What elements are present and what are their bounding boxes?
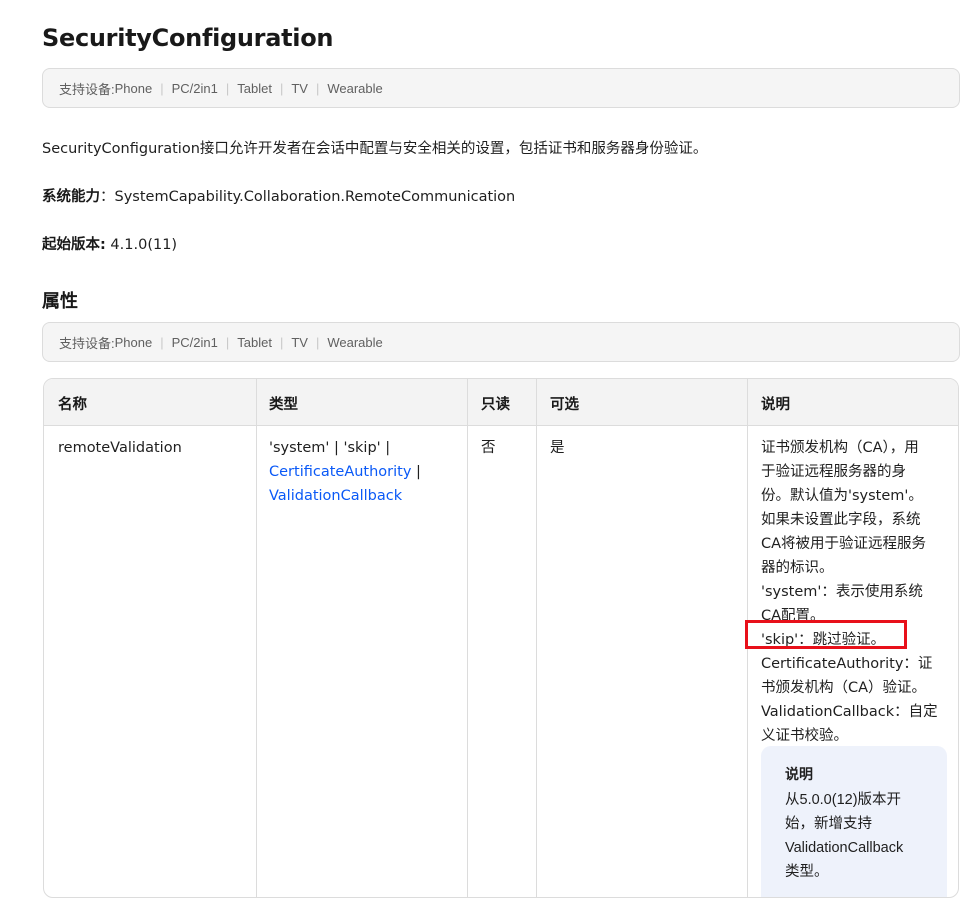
cell-name: remoteValidation <box>58 440 182 456</box>
header-optional: 可选 <box>550 397 579 413</box>
highlight-box <box>745 620 907 649</box>
page-title: SecurityConfiguration <box>42 24 334 52</box>
separator: | <box>225 334 230 350</box>
device-tv: TV <box>291 334 308 350</box>
note-line: 始，新增支持 <box>785 816 872 832</box>
header-name: 名称 <box>58 397 87 413</box>
attributes-table: 名称 类型 只读 可选 说明 remoteValidation 'system'… <box>43 378 959 898</box>
desc-line: 义证书校验。 <box>761 728 848 744</box>
description-text: SecurityConfiguration接口允许开发者在会话中配置与安全相关的… <box>42 141 708 157</box>
desc-line: 份。默认值为'system'。 <box>761 488 923 504</box>
desc-line: 于验证远程服务器的身 <box>761 464 906 480</box>
note-line: 从5.0.0(12)版本开 <box>785 792 902 808</box>
desc-line: ValidationCallback：自定 <box>761 704 938 720</box>
device-tablet: Tablet <box>237 80 272 96</box>
desc-line: CertificateAuthority：证 <box>761 656 933 672</box>
cell-description: 证书颁发机构（CA），用 于验证远程服务器的身 份。默认值为'system'。 … <box>761 436 945 748</box>
desc-line: 书颁发机构（CA）验证。 <box>761 680 927 696</box>
separator: | <box>315 80 320 96</box>
cell-readonly: 否 <box>481 440 496 456</box>
separator: | <box>225 80 230 96</box>
column-divider <box>256 379 257 897</box>
separator: | <box>279 80 284 96</box>
separator: | <box>160 334 164 350</box>
validation-callback-link[interactable]: ValidationCallback <box>269 484 459 508</box>
desc-line: 器的标识。 <box>761 560 834 576</box>
cell-type: 'system' | 'skip' | CertificateAuthority… <box>269 436 459 508</box>
since-label: 起始版本: <box>42 237 106 253</box>
desc-line: CA将被用于验证远程服务 <box>761 536 927 552</box>
device-support-label: 支持设备: <box>59 335 115 351</box>
capability-value: SystemCapability.Collaboration.RemoteCom… <box>114 189 516 205</box>
separator: | <box>315 334 320 350</box>
cell-optional: 是 <box>550 440 565 456</box>
device-wearable: Wearable <box>327 80 383 96</box>
desc-line: 如果未设置此字段，系统 <box>761 512 921 528</box>
device-support-label: 支持设备: <box>59 81 115 97</box>
since-line: 起始版本: 4.1.0(11) <box>42 233 177 254</box>
note-box: 说明 从5.0.0(12)版本开 始，新增支持 ValidationCallba… <box>761 746 947 897</box>
column-divider <box>467 379 468 897</box>
type-prefix: 'system' | 'skip' | <box>269 440 391 456</box>
type-separator: | <box>411 464 421 480</box>
capability-label: 系统能力 <box>42 189 100 205</box>
header-type: 类型 <box>269 397 298 413</box>
certificate-authority-link[interactable]: CertificateAuthority <box>269 464 411 480</box>
device-phone: Phone <box>114 80 153 96</box>
device-support-bar-attributes: 支持设备: Phone | PC/2in1 | Tablet | TV | We… <box>42 322 960 362</box>
device-pc: PC/2in1 <box>171 334 218 350</box>
device-wearable: Wearable <box>327 334 383 350</box>
capability-line: 系统能力：SystemCapability.Collaboration.Remo… <box>42 189 516 205</box>
column-divider <box>536 379 537 897</box>
note-line: 类型。 <box>785 864 829 880</box>
device-support-bar: 支持设备: Phone | PC/2in1 | Tablet | TV | We… <box>42 68 960 108</box>
device-pc: PC/2in1 <box>171 80 218 96</box>
header-description: 说明 <box>761 397 790 413</box>
separator: | <box>279 334 284 350</box>
attributes-title: 属性 <box>42 291 78 312</box>
device-tablet: Tablet <box>237 334 272 350</box>
desc-line: 'system'：表示使用系统 <box>761 584 923 600</box>
device-phone: Phone <box>114 334 153 350</box>
device-tv: TV <box>291 80 308 96</box>
since-value: 4.1.0(11) <box>110 237 178 253</box>
header-readonly: 只读 <box>481 397 510 413</box>
note-title: 说明 <box>785 766 813 782</box>
desc-line: 证书颁发机构（CA），用 <box>761 440 919 456</box>
separator: | <box>160 80 164 96</box>
note-body: 从5.0.0(12)版本开 始，新增支持 ValidationCallback … <box>785 788 903 884</box>
note-line: ValidationCallback <box>785 840 904 856</box>
